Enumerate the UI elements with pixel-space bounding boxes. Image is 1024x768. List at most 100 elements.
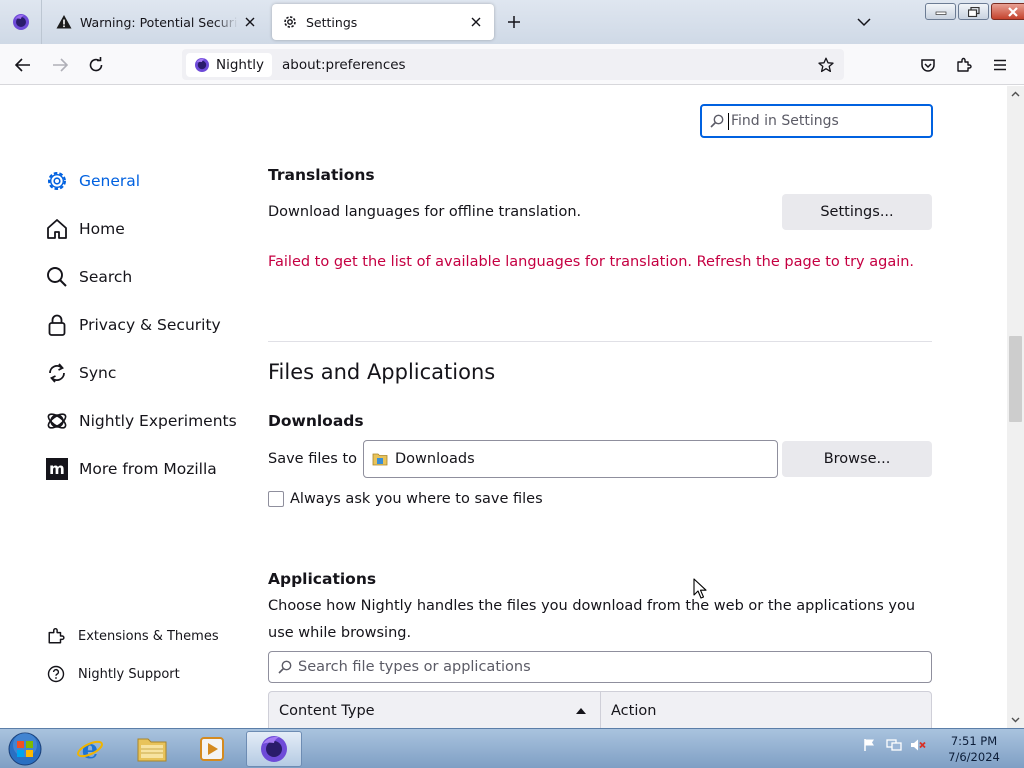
sidebar-item-label: General xyxy=(79,172,141,190)
back-button[interactable] xyxy=(10,52,36,78)
tab-strip: Warning: Potential Security Risk Ahead S… xyxy=(0,0,1024,44)
sidebar-nightly-support-link[interactable]: Nightly Support xyxy=(46,661,180,687)
search-icon xyxy=(44,264,70,290)
sidebar-item-privacy-security[interactable]: Privacy & Security xyxy=(44,305,221,345)
identity-box[interactable]: Nightly xyxy=(186,52,273,77)
network-button[interactable] xyxy=(886,737,902,753)
gear-icon xyxy=(284,16,296,28)
sidebar-item-more-from-mozilla[interactable]: m More from Mozilla xyxy=(44,449,217,489)
find-in-settings-input[interactable]: Find in Settings xyxy=(700,104,933,138)
reload-button[interactable] xyxy=(83,52,109,78)
windows-start-orb-icon xyxy=(8,732,42,766)
volume-muted-icon xyxy=(911,739,926,751)
close-tab-button[interactable] xyxy=(242,14,258,30)
sidebar-item-label: Nightly Experiments xyxy=(79,412,237,430)
help-icon xyxy=(46,664,66,684)
restore-icon xyxy=(967,6,980,17)
chevron-down-icon xyxy=(1011,717,1020,723)
firefox-view-button[interactable] xyxy=(0,0,42,44)
arrow-left-icon xyxy=(15,58,30,72)
scrollbar-thumb[interactable] xyxy=(1009,336,1022,422)
translations-description: Download languages for offline translati… xyxy=(268,204,582,220)
minimize-button[interactable] xyxy=(925,3,956,20)
content-type-column-header[interactable]: Content Type xyxy=(269,692,601,728)
new-tab-button[interactable] xyxy=(502,10,526,34)
always-ask-label: Always ask you where to save files xyxy=(290,491,543,507)
puzzle-icon xyxy=(957,57,972,72)
folder-icon xyxy=(372,453,388,466)
sidebar-item-sync[interactable]: Sync xyxy=(44,353,116,393)
identity-label: Nightly xyxy=(216,56,265,73)
mozilla-icon: m xyxy=(44,456,70,482)
svg-text:e: e xyxy=(82,735,99,764)
taskbar-internet-explorer[interactable]: e xyxy=(62,731,118,767)
sidebar-item-general[interactable]: General xyxy=(44,161,140,201)
scroll-up-button[interactable] xyxy=(1007,86,1024,102)
bookmark-star-button[interactable] xyxy=(814,53,838,77)
clock-date: 7/6/2024 xyxy=(948,750,1000,764)
extensions-button[interactable] xyxy=(951,52,977,78)
svg-text:m: m xyxy=(49,460,65,478)
close-tab-button[interactable] xyxy=(468,14,484,30)
minimize-icon xyxy=(935,11,946,15)
start-button[interactable] xyxy=(6,731,44,767)
translations-settings-button[interactable]: Settings... xyxy=(782,194,932,230)
app-menu-button[interactable] xyxy=(987,52,1013,78)
tab-security-warning[interactable]: Warning: Potential Security Risk Ahead xyxy=(46,4,268,40)
sidebar-item-nightly-experiments[interactable]: Nightly Experiments xyxy=(44,401,237,441)
text-caret xyxy=(728,112,729,130)
taskbar-file-explorer[interactable] xyxy=(124,731,180,767)
applications-description: Choose how Nightly handles the files you… xyxy=(268,598,916,641)
lock-icon xyxy=(44,312,70,338)
list-all-tabs-button[interactable] xyxy=(852,10,876,34)
page-scrollbar[interactable] xyxy=(1007,86,1024,728)
pocket-button[interactable] xyxy=(915,52,941,78)
search-icon xyxy=(710,114,724,128)
puzzle-icon xyxy=(46,626,66,646)
taskbar-nightly[interactable] xyxy=(246,731,302,767)
action-column-header[interactable]: Action xyxy=(601,703,656,719)
tab-title: Settings xyxy=(306,14,358,30)
search-file-types-input[interactable]: Search file types or applications xyxy=(268,651,932,683)
download-folder-field[interactable]: Downloads xyxy=(363,440,778,478)
sidebar-item-label: Sync xyxy=(79,364,117,382)
url-text[interactable]: about:preferences xyxy=(282,57,406,73)
close-icon xyxy=(1007,6,1018,17)
plus-icon xyxy=(508,16,520,28)
sidebar-item-home[interactable]: Home xyxy=(44,209,125,249)
tab-settings[interactable]: Settings xyxy=(272,4,494,40)
sort-ascending-icon xyxy=(576,708,586,714)
sidebar-item-search[interactable]: Search xyxy=(44,257,132,297)
chevron-down-icon xyxy=(857,18,871,27)
settings-page: Find in Settings General Home Search Pri… xyxy=(0,86,1007,728)
arrow-right-icon xyxy=(53,58,68,72)
taskbar-clock[interactable]: 7:51 PM 7/6/2024 xyxy=(944,733,1004,765)
browse-button[interactable]: Browse... xyxy=(782,441,932,477)
network-icon xyxy=(886,739,902,751)
applications-table-header: Content Type Action xyxy=(268,691,932,728)
sidebar-footer-label: Extensions & Themes xyxy=(78,628,219,644)
forward-button[interactable] xyxy=(47,52,73,78)
close-window-button[interactable] xyxy=(991,3,1024,20)
internet-explorer-icon: e xyxy=(77,735,103,764)
sidebar-extensions-themes-link[interactable]: Extensions & Themes xyxy=(46,623,219,649)
firefox-logo-icon xyxy=(12,14,29,30)
volume-button[interactable] xyxy=(910,737,926,753)
downloads-heading: Downloads xyxy=(268,412,364,430)
hamburger-menu-icon xyxy=(994,59,1006,71)
url-bar[interactable]: Nightly about:preferences xyxy=(182,49,844,80)
media-player-icon xyxy=(200,737,224,761)
navigation-toolbar: Nightly about:preferences xyxy=(0,44,1024,85)
scroll-down-button[interactable] xyxy=(1007,712,1024,728)
always-ask-option[interactable]: Always ask you where to save files xyxy=(268,491,543,507)
files-applications-heading: Files and Applications xyxy=(268,360,496,384)
taskbar-media-player[interactable] xyxy=(184,731,240,767)
search-icon xyxy=(278,660,292,674)
restore-button[interactable] xyxy=(958,3,989,20)
action-center-button[interactable] xyxy=(862,737,878,753)
window-controls xyxy=(925,3,1024,20)
sidebar-item-label: Search xyxy=(79,268,133,286)
system-tray xyxy=(862,737,926,753)
always-ask-checkbox[interactable] xyxy=(268,491,284,507)
translations-error-message: Failed to get the list of available lang… xyxy=(268,254,915,270)
